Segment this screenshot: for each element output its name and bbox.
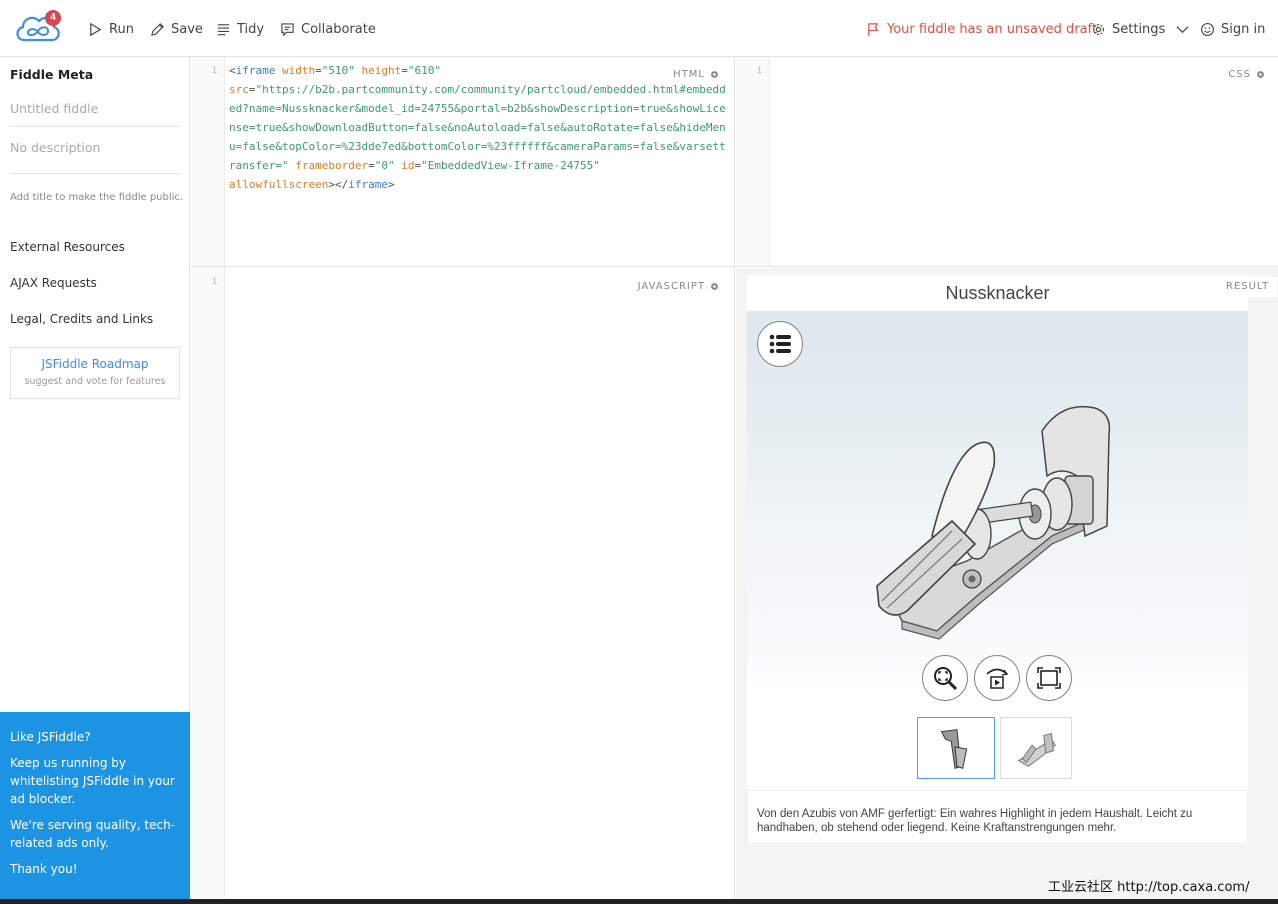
html-label-text: HTML	[673, 69, 705, 80]
code-string: "0"	[374, 159, 395, 172]
css-label-text: CSS	[1228, 69, 1251, 80]
sign-in-button[interactable]: Sign in	[1200, 19, 1265, 39]
result-label: RESULT	[1218, 277, 1278, 297]
code-attr: width	[282, 64, 316, 77]
code-string: "EmbeddedView-Iframe-24755"	[421, 159, 600, 172]
unsaved-draft-notice[interactable]: Your fiddle has an unsaved draft	[866, 19, 1097, 39]
gear-icon	[1257, 71, 1264, 78]
model-thumbnail-icon	[1017, 732, 1056, 767]
line-number: 1	[756, 66, 762, 76]
promo-text-2: We're serving quality, tech-related ads …	[10, 818, 176, 850]
settings-label: Settings	[1112, 21, 1166, 37]
legal-credits-link[interactable]: Legal, Credits and Links	[10, 312, 153, 326]
javascript-label[interactable]: JAVASCRIPT	[638, 281, 720, 292]
code-attr: frameborder	[295, 159, 369, 172]
tidy-button[interactable]: Tidy	[216, 19, 264, 39]
code-tag: iframe	[348, 178, 388, 191]
fiddle-description-input[interactable]: No description	[10, 140, 180, 174]
javascript-editor-pane[interactable]: 1 JAVASCRIPT	[191, 268, 735, 904]
run-label: Run	[109, 21, 134, 37]
signin-label: Sign in	[1221, 21, 1266, 37]
promo-thanks: Thank you!	[10, 862, 78, 876]
html-label[interactable]: HTML	[673, 69, 720, 80]
js-gutter: 1	[191, 268, 225, 904]
play-icon	[90, 22, 102, 36]
external-resources-link[interactable]: External Resources	[10, 240, 125, 254]
list-icon	[769, 334, 791, 354]
line-number: 1	[211, 66, 217, 76]
css-gutter: 1	[736, 57, 770, 266]
auto-rotate-button[interactable]	[974, 655, 1020, 701]
ad-blocker-promo: Like JSFiddle? Keep us running by whitel…	[0, 712, 190, 904]
bottom-edge	[0, 899, 1278, 904]
draft-status: Your fiddle has an unsaved draft	[887, 21, 1098, 37]
code-attr: src	[229, 83, 249, 96]
code-punct: ></	[328, 178, 349, 191]
code-attr: allowfullscreen	[229, 178, 329, 191]
watermark: 工业云社区 http://top.caxa.com/	[1048, 880, 1250, 895]
promo-text-1: Keep us running by whitelisting JSFiddle…	[10, 756, 175, 806]
run-button[interactable]: Run	[88, 19, 134, 39]
model-description: Von den Azubis von AMF gerfertigt: Ein w…	[747, 790, 1248, 844]
html-gutter: 1	[191, 57, 225, 266]
code-tag: iframe	[235, 64, 276, 77]
model-thumbnail-icon	[940, 729, 968, 769]
html-code[interactable]: <iframe width="510" height="610" src="ht…	[229, 61, 729, 194]
public-hint: Add title to make the fiddle public.	[10, 192, 184, 203]
save-button[interactable]: Save	[150, 19, 203, 39]
code-string: "510"	[321, 64, 355, 77]
css-label[interactable]: CSS	[1228, 69, 1266, 80]
gear-icon	[1093, 23, 1104, 35]
thumbnail-1[interactable]	[917, 717, 995, 779]
magnifier-icon	[934, 667, 958, 691]
lines-icon	[217, 23, 230, 35]
notification-badge[interactable]: 4	[45, 10, 61, 26]
menu-button[interactable]	[757, 321, 803, 367]
top-bar: 4 Run Save Tidy Collaborate Your fiddle …	[0, 0, 1278, 57]
roadmap-card[interactable]: JSFiddle Roadmap suggest and vote for fe…	[10, 347, 180, 399]
collaborate-label: Collaborate	[301, 21, 376, 37]
line-number: 1	[211, 277, 217, 287]
gear-icon	[711, 283, 718, 290]
fullscreen-button[interactable]	[1026, 655, 1072, 701]
thumbnail-2[interactable]	[1000, 717, 1072, 779]
tidy-label: Tidy	[237, 21, 265, 37]
gear-icon	[711, 71, 718, 78]
fiddle-title-input[interactable]: Untitled fiddle	[10, 101, 180, 127]
code-string: "610"	[407, 64, 441, 77]
code-attr: id	[401, 159, 415, 172]
settings-button[interactable]: Settings	[1091, 19, 1190, 39]
code-punct: >	[387, 178, 395, 191]
roadmap-subtitle: suggest and vote for features	[24, 376, 166, 387]
fiddle-meta-title: Fiddle Meta	[10, 67, 94, 82]
code-attr: height	[361, 64, 402, 77]
javascript-label-text: JAVASCRIPT	[637, 281, 705, 292]
zoom-fit-button[interactable]	[922, 655, 968, 701]
html-editor-pane[interactable]: 1 <iframe width="510" height="610" src="…	[191, 57, 735, 267]
rotate-play-icon	[986, 668, 1009, 689]
3d-viewer[interactable]	[747, 311, 1248, 711]
pencil-icon	[151, 22, 164, 36]
nutcracker-model-image	[876, 405, 1111, 640]
promo-heading: Like JSFiddle?	[10, 730, 91, 744]
css-editor-pane[interactable]: 1 CSS	[736, 57, 1278, 267]
collaborate-button[interactable]: Collaborate	[280, 19, 376, 39]
sidebar: Fiddle Meta Untitled fiddle No descripti…	[0, 57, 190, 904]
flag-icon	[868, 22, 879, 36]
save-label: Save	[171, 21, 203, 37]
smiley-icon	[1201, 22, 1214, 36]
chevron-down-icon	[1176, 25, 1189, 33]
model-title: Nussknacker	[945, 283, 1050, 303]
embedded-viewer-frame: Nussknacker Von den Azubis von AMF gerfe…	[747, 275, 1248, 845]
roadmap-title: JSFiddle Roadmap	[41, 357, 149, 371]
ajax-requests-link[interactable]: AJAX Requests	[10, 276, 97, 290]
code-punct: <	[229, 64, 236, 77]
chat-icon	[281, 22, 294, 36]
fullscreen-icon	[1037, 667, 1061, 689]
